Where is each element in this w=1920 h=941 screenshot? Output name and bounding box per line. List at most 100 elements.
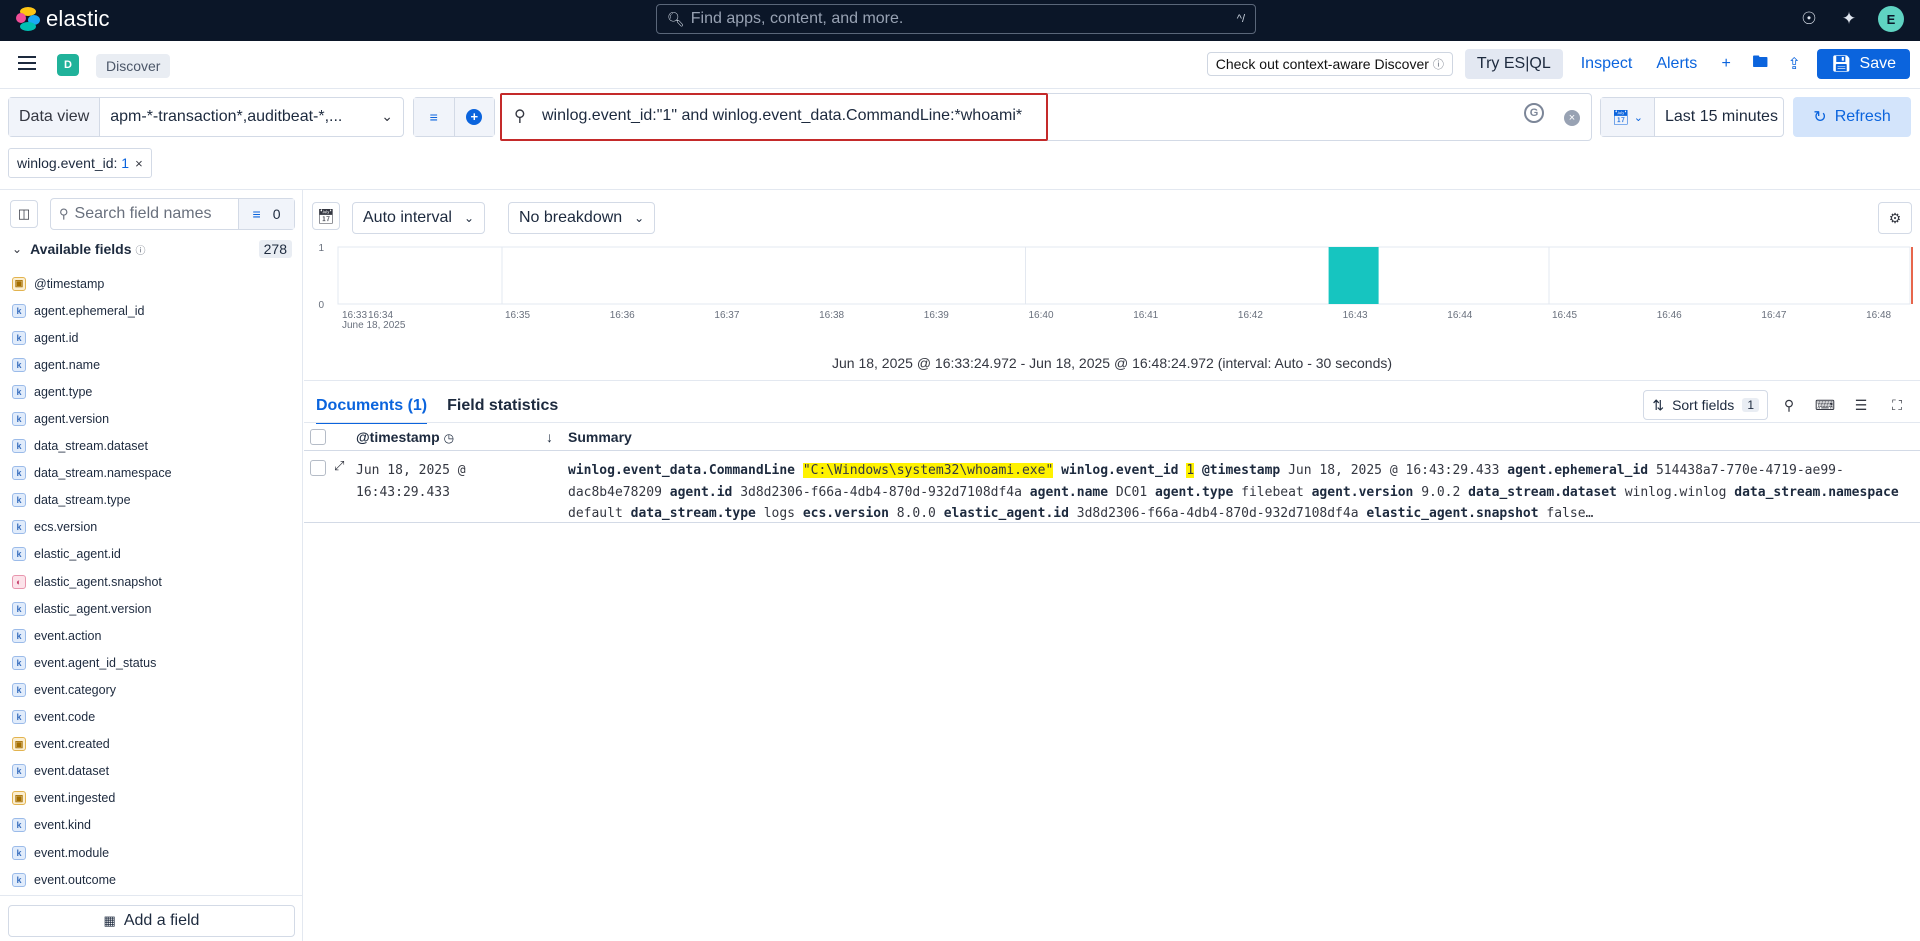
field-filter-button[interactable]: ≡ 0 — [238, 199, 294, 229]
field-type-keyword-icon: k — [12, 655, 26, 670]
data-view-picker[interactable]: Data view apm-*-transaction*,auditbeat-*… — [8, 97, 404, 137]
add-field-button[interactable]: ▦ Add a field — [8, 905, 295, 937]
kql-query-input[interactable]: ⚲ winlog.event_id:"1" and winlog.event_d… — [500, 93, 1592, 141]
collapse-sidebar-icon[interactable]: ◫ — [10, 200, 38, 228]
filter-icon: ≡ — [429, 109, 438, 125]
field-item[interactable]: k elastic_agent.id — [12, 541, 297, 568]
brand-name: elastic — [46, 6, 110, 31]
tab-documents[interactable]: Documents (1) — [316, 391, 428, 424]
field-name: data_stream.dataset — [34, 439, 148, 454]
field-filter-count: 0 — [272, 206, 281, 222]
time-picker[interactable]: 📅︎ ⌄ Last 15 minutes — [1600, 97, 1784, 137]
field-name: agent.id — [34, 330, 79, 345]
grammarly-icon[interactable]: G — [1524, 103, 1544, 123]
field-item[interactable]: ◐ elastic_agent.snapshot — [12, 568, 297, 595]
share-icon[interactable]: ⇪ — [1783, 54, 1805, 74]
filter-pill-field: winlog.event_id: 1 — [17, 155, 130, 171]
summary-key: agent.id — [669, 484, 733, 500]
summary-value: "C:\Windows\system32\whoami.exe" — [802, 463, 1054, 478]
try-esql-button[interactable]: Try ES|QL — [1464, 49, 1563, 79]
news-feed-icon[interactable]: ✦ — [1838, 9, 1860, 29]
field-item[interactable]: k event.module — [12, 839, 297, 866]
x-tick-label: 16:38 — [819, 310, 844, 321]
sort-icon: ⇅ — [1652, 396, 1665, 413]
field-item[interactable]: ▣ @timestamp — [12, 270, 297, 297]
alerts-button[interactable]: Alerts — [1650, 55, 1703, 73]
summary-value: winlog.winlog — [1624, 484, 1727, 500]
field-item[interactable]: ▣ event.ingested — [12, 785, 297, 812]
context-aware-discover-button[interactable]: Check out context-aware Discover ⓘ — [1206, 52, 1453, 76]
menu-toggle-icon[interactable] — [18, 56, 36, 70]
chart-options-icon[interactable]: ⚙ — [1878, 202, 1912, 234]
fullscreen-icon[interactable]: ⛶ — [1882, 390, 1912, 420]
user-avatar[interactable]: E — [1878, 6, 1904, 32]
refresh-icon: ↻ — [1813, 109, 1827, 126]
add-filter-button[interactable]: + — [454, 98, 494, 136]
column-header-timestamp[interactable]: @timestamp ◷ — [356, 429, 454, 445]
field-search-input[interactable]: ⚲ Search field names ≡ 0 — [50, 198, 295, 230]
x-tick-label: 16:44 — [1447, 310, 1472, 321]
space-avatar[interactable]: D — [57, 54, 79, 76]
field-item[interactable]: k data_stream.type — [12, 487, 297, 514]
summary-value: 3d8d2306-f66a-4db4-870d-932d7108df4a — [740, 484, 1022, 500]
available-fields-header[interactable]: ⌄ Available fields ⓘ 278 — [12, 238, 292, 260]
search-icon[interactable]: ⚲ — [1774, 390, 1804, 420]
field-item[interactable]: k event.category — [12, 676, 297, 703]
table-row[interactable]: ⤢ Jun 18, 2025 @ 16:43:29.433 winlog.eve… — [304, 452, 1920, 523]
summary-key: @timestamp — [1201, 463, 1281, 478]
field-item[interactable]: k agent.type — [12, 378, 297, 405]
x-tick-label: 16:47 — [1761, 310, 1786, 321]
tab-field-statistics[interactable]: Field statistics — [447, 391, 558, 424]
display-settings-icon[interactable]: ☰ — [1846, 390, 1876, 420]
field-item[interactable]: k event.dataset — [12, 758, 297, 785]
interval-select[interactable]: Auto interval ⌄ — [352, 202, 485, 234]
save-button[interactable]: 💾︎ Save — [1817, 49, 1910, 79]
quick-menu-button[interactable]: 📅︎ ⌄ — [1601, 98, 1655, 136]
field-type-keyword-icon: k — [12, 818, 26, 833]
field-item[interactable]: k event.agent_id_status — [12, 649, 297, 676]
field-item[interactable]: k event.outcome — [12, 866, 297, 893]
global-search-input[interactable]: 🔍︎ Find apps, content, and more. ^/ — [656, 4, 1256, 34]
expand-row-icon[interactable]: ⤢ — [334, 458, 344, 474]
field-item[interactable]: k event.kind — [12, 812, 297, 839]
select-all-checkbox[interactable] — [310, 429, 326, 445]
available-fields-count: 278 — [258, 240, 292, 258]
field-name: event.agent_id_status — [34, 655, 157, 670]
field-item[interactable]: k data_stream.dataset — [12, 433, 297, 460]
field-item[interactable]: k data_stream.namespace — [12, 460, 297, 487]
summary-value: false… — [1546, 506, 1594, 521]
breakdown-select[interactable]: No breakdown ⌄ — [508, 202, 656, 234]
summary-value: default — [568, 506, 623, 521]
breadcrumb-discover[interactable]: Discover — [96, 54, 171, 78]
field-item[interactable]: k event.action — [12, 622, 297, 649]
field-item[interactable]: k ecs.version — [12, 514, 297, 541]
kql-query-text[interactable]: winlog.event_id:"1" and winlog.event_dat… — [542, 107, 1022, 125]
column-header-summary[interactable]: Summary — [568, 429, 632, 445]
keyboard-icon[interactable]: ⌨ — [1810, 390, 1840, 420]
summary-value: Jun 18, 2025 @ 16:43:29.433 — [1288, 463, 1500, 478]
field-item[interactable]: k agent.id — [12, 324, 297, 351]
field-item[interactable]: k elastic_agent.version — [12, 595, 297, 622]
field-item[interactable]: k agent.version — [12, 405, 297, 432]
remove-filter-icon[interactable]: × — [135, 156, 143, 171]
filter-pill[interactable]: winlog.event_id: 1 × — [8, 148, 152, 178]
field-item[interactable]: ▣ event.created — [12, 731, 297, 758]
field-item[interactable]: k agent.ephemeral_id — [12, 297, 297, 324]
filter-menu-button[interactable]: ≡ — [414, 98, 455, 136]
open-folder-icon[interactable]: 🖿︎ — [1749, 51, 1771, 78]
row-select-checkbox[interactable] — [310, 460, 326, 476]
sort-arrow-icon[interactable]: ↓ — [546, 429, 553, 445]
elastic-logo[interactable]: elastic — [16, 6, 110, 32]
summary-key: elastic_agent.snapshot — [1366, 506, 1539, 521]
new-search-icon[interactable]: + — [1715, 55, 1737, 73]
help-icon[interactable]: ☉ — [1798, 9, 1820, 29]
refresh-button[interactable]: ↻ Refresh — [1793, 97, 1911, 137]
toggle-chart-icon[interactable]: 📅︎ — [312, 202, 340, 230]
sort-fields-button[interactable]: ⇅ Sort fields 1 — [1643, 390, 1768, 420]
inspect-button[interactable]: Inspect — [1575, 55, 1639, 73]
time-range-value[interactable]: Last 15 minutes — [1655, 108, 1778, 126]
field-item[interactable]: k event.code — [12, 704, 297, 731]
field-item[interactable]: k agent.name — [12, 351, 297, 378]
clear-query-icon[interactable]: × — [1564, 110, 1580, 126]
field-type-keyword-icon: k — [12, 547, 26, 562]
